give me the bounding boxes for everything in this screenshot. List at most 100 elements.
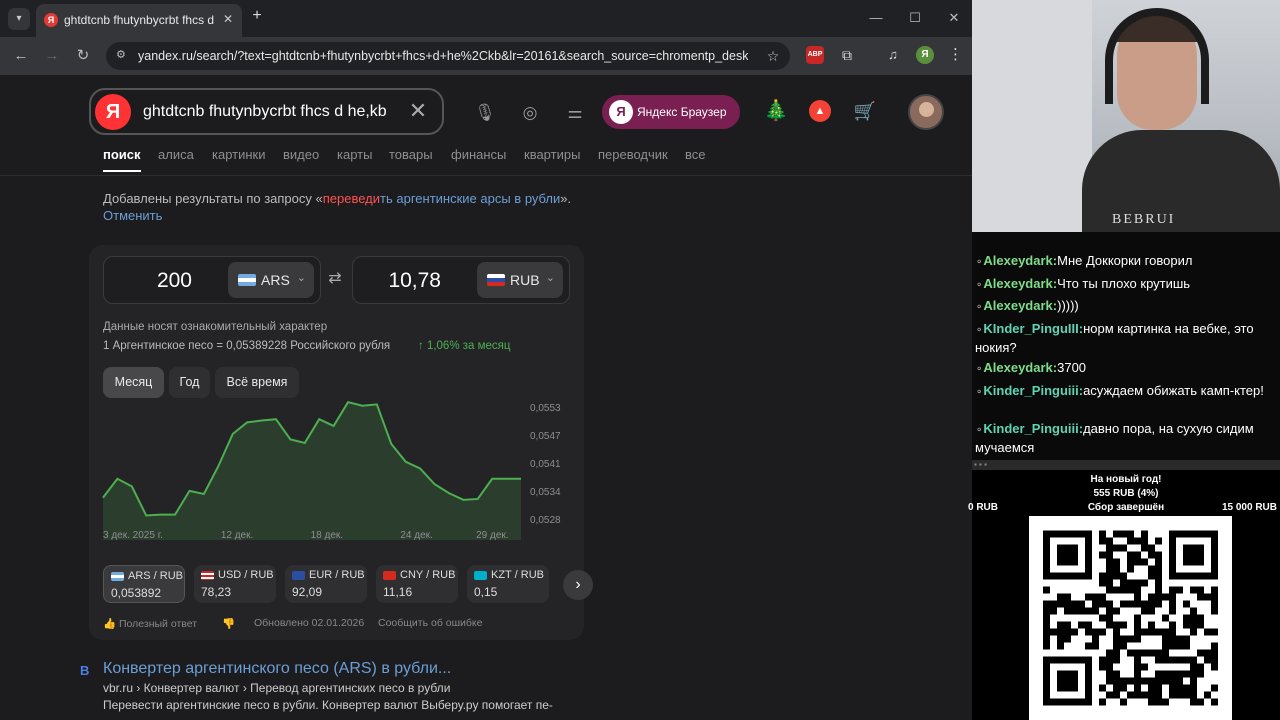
chat-text: Мне Доккорки говорил bbox=[1057, 253, 1193, 268]
qr-module bbox=[1099, 698, 1106, 706]
chat-message: ⚬KInder_PinguIII:норм картинка на вебке,… bbox=[975, 320, 1277, 356]
user-avatar[interactable] bbox=[908, 94, 944, 130]
swap-currencies-icon[interactable]: ⇄ bbox=[325, 269, 345, 289]
query-correction-notice: Добавлены результаты по запросу «перевед… bbox=[103, 190, 573, 224]
forward-button[interactable]: → bbox=[42, 46, 62, 66]
adblock-extension-icon[interactable]: ABP bbox=[806, 46, 824, 64]
qr-module bbox=[1155, 565, 1162, 573]
pair-ars-rub[interactable]: ARS / RUB 0,053892 bbox=[103, 565, 185, 603]
qr-module bbox=[1085, 628, 1092, 636]
pair-kzt-rub[interactable]: KZT / RUB 0,15 bbox=[467, 565, 549, 603]
back-button[interactable]: ← bbox=[11, 46, 31, 66]
tab-close-icon[interactable]: ✕ bbox=[220, 11, 236, 27]
to-amount-field[interactable]: 10,78 RUB ⌄ bbox=[352, 256, 570, 304]
microphone-icon[interactable]: 🎙 bbox=[473, 101, 497, 125]
yandex-logo[interactable]: Я bbox=[95, 94, 131, 130]
alice-assistant-icon[interactable]: ▲ bbox=[809, 100, 831, 122]
corrected-query-link[interactable]: переведить аргентинские арсы в рубли bbox=[323, 191, 561, 206]
clear-search-icon[interactable]: ✕ bbox=[405, 98, 431, 124]
minimize-button[interactable]: — bbox=[866, 8, 886, 28]
reload-button[interactable]: ↻ bbox=[73, 46, 93, 66]
maximize-button[interactable]: ☐ bbox=[905, 8, 925, 28]
pair-eur-rub[interactable]: EUR / RUB 92,09 bbox=[285, 565, 367, 603]
tab-alice[interactable]: алиса bbox=[158, 147, 194, 162]
qr-module bbox=[1064, 635, 1071, 643]
tab-search[interactable]: поиск bbox=[103, 147, 141, 162]
from-currency-select[interactable]: ARS ⌄ bbox=[228, 262, 314, 298]
browser-tab[interactable]: Я ghtdtcnb fhutynbycrbt fhcs d he,kb ✕ bbox=[36, 4, 242, 37]
profile-avatar[interactable]: Я bbox=[916, 46, 934, 64]
result-title-link[interactable]: Конвертер аргентинского песо (ARS) в руб… bbox=[103, 660, 451, 678]
tab-all[interactable]: все bbox=[685, 147, 706, 162]
qr-module bbox=[1162, 635, 1169, 643]
bookmark-star-icon[interactable]: ☆ bbox=[763, 46, 783, 66]
period-all-time-button[interactable]: Всё время bbox=[215, 367, 299, 398]
period-month-button[interactable]: Месяц bbox=[103, 367, 164, 398]
qr-module bbox=[1071, 628, 1078, 636]
qr-module bbox=[1127, 558, 1134, 566]
qr-module bbox=[1211, 656, 1218, 664]
qr-module bbox=[1169, 670, 1176, 678]
tab-maps[interactable]: карты bbox=[337, 147, 372, 162]
qr-module bbox=[1141, 579, 1148, 587]
browser-menu-icon[interactable]: ⋮ bbox=[948, 46, 963, 64]
filters-icon[interactable]: ⚌ bbox=[563, 101, 587, 125]
china-flag-icon bbox=[383, 571, 396, 580]
chevron-right-icon[interactable]: › bbox=[563, 570, 593, 600]
search-input[interactable]: ghtdtcnb fhutynbycrbt fhcs d he,kb bbox=[143, 103, 387, 121]
media-control-icon[interactable]: ♫ bbox=[884, 46, 902, 64]
qr-module bbox=[1211, 593, 1218, 601]
qr-module bbox=[1127, 677, 1134, 685]
tab-images[interactable]: картинки bbox=[212, 147, 266, 162]
tab-goods[interactable]: товары bbox=[389, 147, 433, 162]
qr-module bbox=[1057, 635, 1064, 643]
helpful-answer-link[interactable]: 👍 Полезный ответ bbox=[103, 617, 197, 630]
x-tick-label: 24 дек. bbox=[400, 530, 432, 541]
tab-realty[interactable]: квартиры bbox=[524, 147, 580, 162]
qr-module bbox=[1190, 670, 1197, 678]
new-tab-button[interactable]: + bbox=[248, 7, 266, 25]
to-currency-select[interactable]: RUB ⌄ bbox=[477, 262, 563, 298]
qr-module bbox=[1085, 621, 1092, 629]
qr-module bbox=[1162, 677, 1169, 685]
pair-value: 11,16 bbox=[383, 585, 413, 599]
christmas-tree-icon[interactable]: 🎄 bbox=[763, 97, 789, 125]
qr-module bbox=[1183, 691, 1190, 699]
close-window-button[interactable]: ✕ bbox=[944, 8, 964, 28]
yandex-browser-button[interactable]: Я Яндекс Браузер bbox=[602, 95, 740, 129]
tab-finance[interactable]: финансы bbox=[451, 147, 506, 162]
qr-module bbox=[1183, 670, 1190, 678]
qr-module bbox=[1176, 691, 1183, 699]
result-snippet: Перевести аргентинские песо в рубли. Кон… bbox=[103, 698, 553, 712]
cancel-correction-link[interactable]: Отменить bbox=[103, 208, 162, 223]
site-info-icon[interactable]: ⚙ bbox=[116, 48, 130, 62]
qr-module bbox=[1190, 607, 1197, 615]
result-url[interactable]: vbr.ru › Конвертер валют › Перевод арген… bbox=[103, 681, 450, 695]
qr-module bbox=[1155, 684, 1162, 692]
tab-translator[interactable]: переводчик bbox=[598, 147, 668, 162]
rate-change-text: ↑ 1,06% за месяц bbox=[418, 340, 511, 352]
report-error-link[interactable]: Сообщить об ошибке bbox=[378, 617, 482, 629]
qr-module bbox=[1106, 670, 1113, 678]
pair-usd-rub[interactable]: USD / RUB 78,23 bbox=[194, 565, 276, 603]
to-amount-value[interactable]: 10,78 bbox=[388, 269, 441, 293]
camera-search-icon[interactable]: ◎ bbox=[518, 101, 542, 125]
url-text[interactable]: yandex.ru/search/?text=ghtdtcnb+fhutynby… bbox=[138, 49, 748, 63]
address-bar[interactable]: ⚙ yandex.ru/search/?text=ghtdtcnb+fhutyn… bbox=[106, 42, 790, 70]
extensions-puzzle-icon[interactable]: ⧉ bbox=[838, 46, 856, 64]
from-amount-field[interactable]: 200 ARS ⌄ bbox=[103, 256, 321, 304]
argentina-flag-icon bbox=[111, 572, 124, 581]
tab-search-button[interactable]: ▾ bbox=[8, 8, 30, 30]
pair-cny-rub[interactable]: CNY / RUB 11,16 bbox=[376, 565, 458, 603]
qr-module bbox=[1183, 600, 1190, 608]
from-amount-value[interactable]: 200 bbox=[157, 269, 192, 293]
shopping-cart-icon[interactable]: 🛒 bbox=[852, 99, 878, 123]
period-year-button[interactable]: Год bbox=[169, 367, 210, 398]
tab-video[interactable]: видео bbox=[283, 147, 319, 162]
qr-module bbox=[1148, 649, 1155, 657]
qr-module bbox=[1113, 586, 1120, 594]
qr-module bbox=[1064, 628, 1071, 636]
search-box[interactable]: Я ghtdtcnb fhutynbycrbt fhcs d he,kb ✕ bbox=[89, 88, 444, 135]
qr-module bbox=[1120, 579, 1127, 587]
thumbs-down-icon[interactable]: 👎 bbox=[222, 617, 235, 630]
